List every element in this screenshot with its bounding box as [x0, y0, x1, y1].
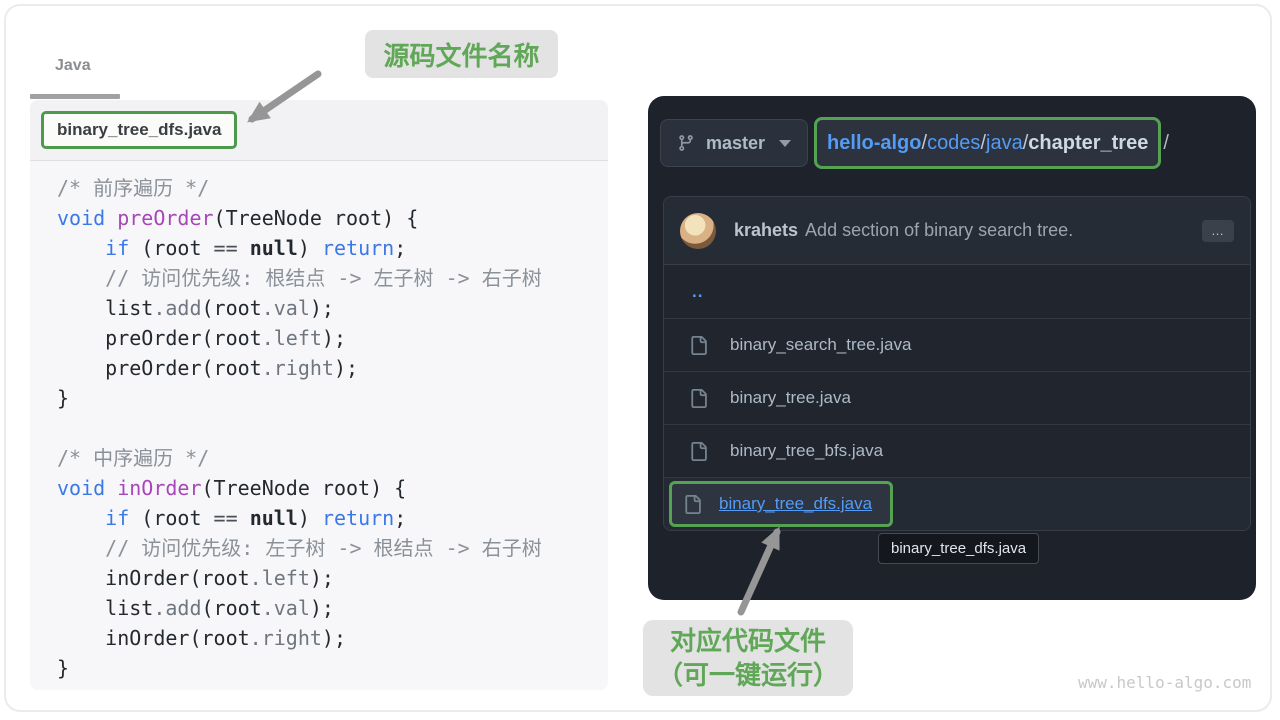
file-link[interactable]: binary_tree_dfs.java	[719, 494, 872, 514]
code-line: /* 前序遍历 */	[57, 173, 608, 203]
code-line: inOrder(root.left);	[57, 563, 608, 593]
branch-name: master	[706, 133, 765, 154]
file-icon	[689, 442, 708, 461]
code-line: // 访问优先级: 根结点 -> 左子树 -> 右子树	[57, 263, 608, 293]
code-line: }	[57, 383, 608, 413]
file-row[interactable]: binary_tree_dfs.java	[664, 477, 1250, 530]
code-line: // 访问优先级: 左子树 -> 根结点 -> 右子树	[57, 533, 608, 563]
code-line: preOrder(root.right);	[57, 353, 608, 383]
code-line: if (root == null) return;	[57, 233, 608, 263]
annotation-source-file-label: 源码文件名称	[365, 30, 558, 78]
watermark: www.hello-algo.com	[1078, 673, 1251, 692]
file-tooltip: binary_tree_dfs.java	[878, 533, 1039, 564]
commit-more-button[interactable]: …	[1202, 220, 1234, 242]
file-icon	[689, 389, 708, 408]
code-block: /* 前序遍历 */void preOrder(TreeNode root) {…	[30, 161, 608, 690]
breadcrumb-trailing-slash: /	[1163, 132, 1169, 155]
code-line: list.add(root.val);	[57, 593, 608, 623]
breadcrumb-segment: chapter_tree	[1028, 132, 1148, 155]
file-rows: .. binary_search_tree.java binary_tree.jav…	[664, 265, 1250, 530]
file-icon	[689, 336, 708, 355]
file-row[interactable]: binary_search_tree.java	[664, 318, 1250, 371]
annotation-line2: （可一键运行）	[657, 658, 839, 692]
breadcrumb: hello-algo / codes / java / chapter_tree	[814, 117, 1161, 169]
breadcrumb-segment[interactable]: hello-algo	[827, 132, 921, 155]
latest-commit-row: krahets Add section of binary search tre…	[664, 197, 1250, 265]
github-file-browser-panel: master hello-algo / codes / java / chapt…	[648, 96, 1256, 600]
code-line: list.add(root.val);	[57, 293, 608, 323]
file-link[interactable]: binary_tree_bfs.java	[730, 441, 883, 461]
code-line: void preOrder(TreeNode root) {	[57, 203, 608, 233]
code-line: preOrder(root.left);	[57, 323, 608, 353]
breadcrumb-segment[interactable]: codes	[927, 132, 980, 155]
repo-toolbar: master hello-algo / codes / java / chapt…	[660, 117, 1254, 169]
code-line: inOrder(root.right);	[57, 623, 608, 653]
code-line: /* 中序遍历 */	[57, 443, 608, 473]
chevron-down-icon	[779, 140, 791, 147]
avatar[interactable]	[680, 213, 716, 249]
branch-selector-button[interactable]: master	[660, 119, 808, 167]
parent-directory-link[interactable]: ..	[692, 282, 703, 302]
tab-active-indicator	[30, 94, 120, 99]
breadcrumb-segment[interactable]: java	[986, 132, 1023, 155]
annotation-line1: 对应代码文件	[670, 624, 826, 658]
file-link[interactable]: binary_search_tree.java	[730, 335, 911, 355]
highlighted-file-box: binary_tree_dfs.java	[669, 481, 893, 527]
code-header-bar: binary_tree_dfs.java	[30, 100, 608, 161]
code-line: void inOrder(TreeNode root) {	[57, 473, 608, 503]
source-file-name-badge: binary_tree_dfs.java	[41, 111, 237, 149]
file-row[interactable]: ..	[664, 265, 1250, 318]
annotation-code-file-label: 对应代码文件 （可一键运行）	[643, 620, 853, 696]
file-list-container: krahets Add section of binary search tre…	[663, 196, 1251, 531]
commit-message-link[interactable]: Add section of binary search tree.	[805, 220, 1073, 241]
code-line: if (root == null) return;	[57, 503, 608, 533]
code-line: }	[57, 653, 608, 683]
file-link[interactable]: binary_tree.java	[730, 388, 851, 408]
file-icon	[683, 495, 702, 514]
screenshot-root: Java binary_tree_dfs.java /* 前序遍历 */void…	[0, 0, 1280, 720]
file-row[interactable]: binary_tree.java	[664, 371, 1250, 424]
tab-java[interactable]: Java	[55, 57, 91, 75]
commit-author-link[interactable]: krahets	[734, 220, 798, 241]
git-branch-icon	[677, 134, 695, 152]
code-line	[57, 413, 608, 443]
file-row[interactable]: binary_tree_bfs.java	[664, 424, 1250, 477]
